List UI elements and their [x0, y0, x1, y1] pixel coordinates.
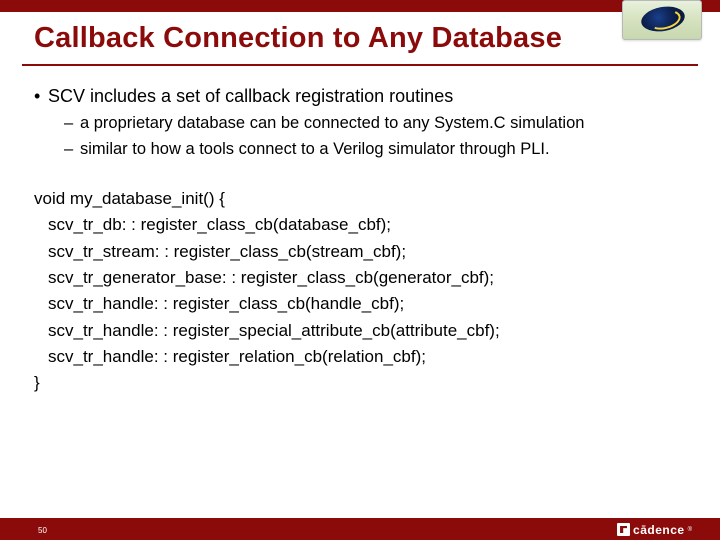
code-line: void my_database_init() {: [34, 186, 686, 212]
code-line: scv_tr_handle: : register_special_attrib…: [34, 318, 686, 344]
slide-title: Callback Connection to Any Database: [34, 22, 686, 55]
bullet-dash-icon: –: [64, 112, 80, 134]
slide-content: •SCV includes a set of callback registra…: [34, 80, 686, 397]
slide: Callback Connection to Any Database •SCV…: [0, 0, 720, 540]
bullet-text: SCV includes a set of callback registrat…: [48, 86, 453, 106]
footer-bar: [0, 518, 720, 540]
bullet-level2: –similar to how a tools connect to a Ver…: [64, 138, 686, 160]
code-line: scv_tr_generator_base: : register_class_…: [34, 265, 686, 291]
code-line: scv_tr_handle: : register_relation_cb(re…: [34, 344, 686, 370]
code-line: }: [34, 370, 686, 396]
bullet-text: similar to how a tools connect to a Veri…: [80, 140, 550, 158]
code-block: void my_database_init() { scv_tr_db: : r…: [34, 186, 686, 397]
brand-name: cādence: [633, 523, 685, 537]
brand-logo: cādence ®: [617, 522, 692, 537]
code-line: scv_tr_stream: : register_class_cb(strea…: [34, 239, 686, 265]
page-number: 50: [38, 526, 47, 535]
bullet-text: a proprietary database can be connected …: [80, 114, 584, 132]
bullet-dash-icon: –: [64, 138, 80, 160]
bullet-dot-icon: •: [34, 84, 48, 108]
top-accent-bar: [0, 0, 720, 12]
bullet-level1: •SCV includes a set of callback registra…: [34, 84, 686, 108]
bullet-level2: –a proprietary database can be connected…: [64, 112, 686, 134]
code-line: scv_tr_handle: : register_class_cb(handl…: [34, 291, 686, 317]
brand-mark-icon: [617, 523, 630, 536]
code-line: scv_tr_db: : register_class_cb(database_…: [34, 212, 686, 238]
registered-icon: ®: [688, 527, 692, 533]
title-underline: [22, 64, 698, 66]
